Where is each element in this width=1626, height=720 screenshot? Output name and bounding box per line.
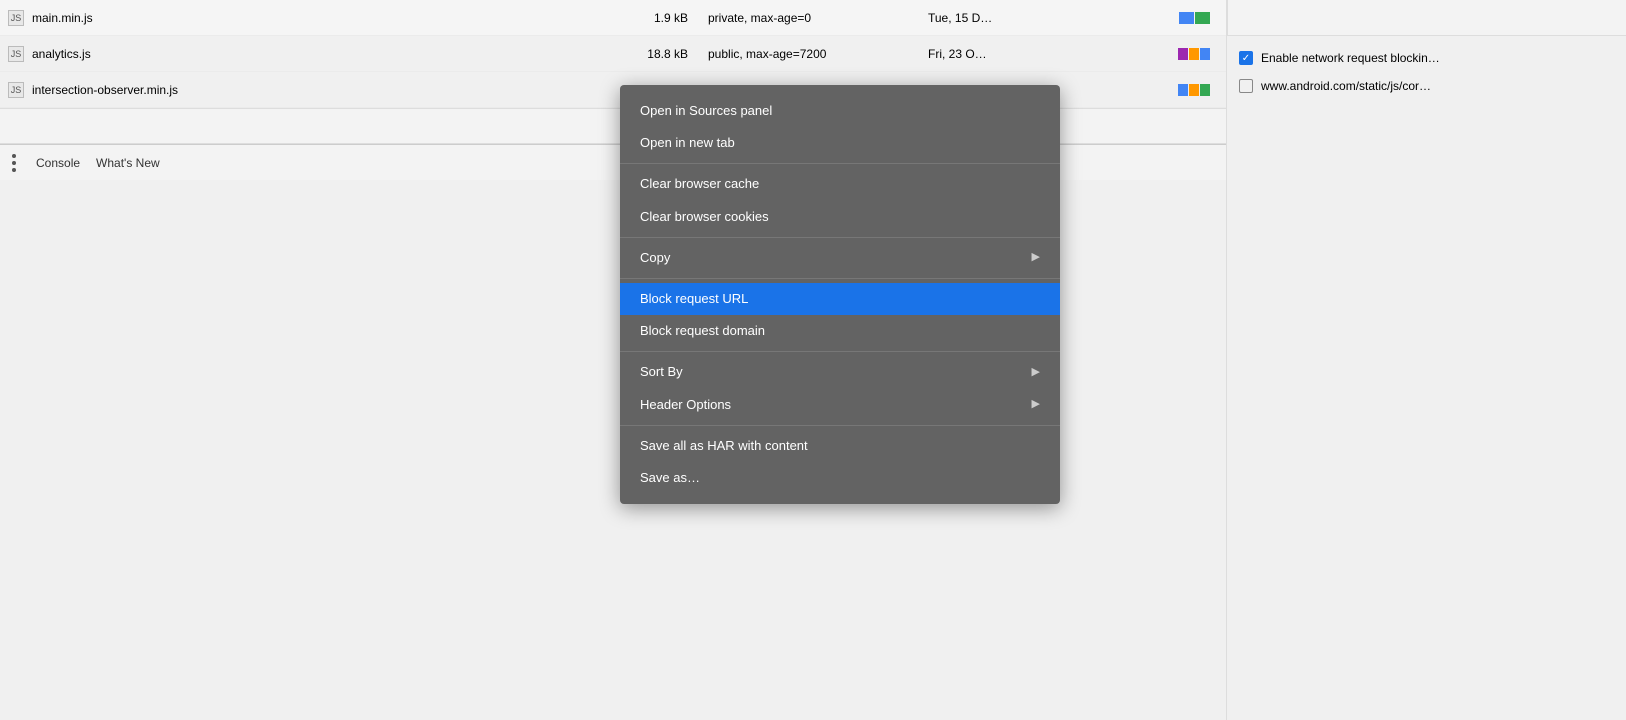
more-options-button[interactable] xyxy=(8,150,20,176)
waterfall-segment xyxy=(1200,48,1210,60)
tab-whats-new[interactable]: What's New xyxy=(96,154,160,172)
dot xyxy=(12,161,16,165)
checkbox-checked[interactable]: ✓ xyxy=(1239,51,1253,65)
menu-item[interactable]: Open in Sources panel xyxy=(620,95,1060,127)
file-name: analytics.js xyxy=(32,47,91,61)
blocking-list-item[interactable]: www.android.com/static/js/cor… xyxy=(1227,72,1626,100)
waterfall-cell xyxy=(1068,12,1218,24)
menu-item-label: Copy xyxy=(640,249,670,267)
size-cell: 18.8 kB xyxy=(588,47,688,61)
menu-item-label: Header Options xyxy=(640,396,731,414)
menu-item[interactable]: Sort By ▶ xyxy=(620,356,1060,388)
menu-item[interactable]: Open in new tab xyxy=(620,127,1060,159)
size-cell: 1.9 kB xyxy=(588,11,688,25)
menu-item[interactable]: Clear browser cookies xyxy=(620,201,1060,233)
waterfall-segment xyxy=(1189,84,1199,96)
menu-item-label: Block request URL xyxy=(640,290,748,308)
file-name: main.min.js xyxy=(32,11,93,25)
menu-item-label: Block request domain xyxy=(640,322,765,340)
blocking-panel-header xyxy=(1227,0,1626,36)
waterfall-bar xyxy=(1179,12,1210,24)
menu-item-label: Clear browser cookies xyxy=(640,208,769,226)
file-icon: JS xyxy=(8,10,24,26)
table-row[interactable]: JS main.min.js 1.9 kB private, max-age=0… xyxy=(0,0,1226,36)
file-icon: JS xyxy=(8,82,24,98)
right-panel: ✓ Enable network request blockin… www.an… xyxy=(1226,0,1626,720)
submenu-arrow-icon: ▶ xyxy=(1032,397,1040,412)
waterfall-bar xyxy=(1178,48,1210,60)
waterfall-segment xyxy=(1200,84,1210,96)
waterfall-bar xyxy=(1178,84,1210,96)
menu-section-3: Block request URL Block request domain xyxy=(620,279,1060,352)
waterfall-cell xyxy=(1068,48,1218,60)
dot xyxy=(12,168,16,172)
blocking-list-item[interactable]: ✓ Enable network request blockin… xyxy=(1227,44,1626,72)
file-name-cell: JS intersection-observer.min.js xyxy=(8,82,588,98)
checkbox-unchecked[interactable] xyxy=(1239,79,1253,93)
menu-section-4: Sort By ▶ Header Options ▶ xyxy=(620,352,1060,425)
file-name-cell: JS main.min.js xyxy=(8,10,588,26)
menu-item[interactable]: Clear browser cache xyxy=(620,168,1060,200)
waterfall-cell xyxy=(1068,84,1218,96)
waterfall-segment xyxy=(1189,48,1199,60)
waterfall-segment xyxy=(1179,12,1194,24)
submenu-arrow-icon: ▶ xyxy=(1032,365,1040,380)
tab-console[interactable]: Console xyxy=(36,154,80,172)
cache-cell: public, max-age=7200 xyxy=(688,47,908,61)
menu-item-label: Save as… xyxy=(640,469,700,487)
time-cell: Fri, 23 O… xyxy=(908,47,1068,61)
menu-item[interactable]: Block request URL xyxy=(620,283,1060,315)
waterfall-segment xyxy=(1195,12,1210,24)
file-name-cell: JS analytics.js xyxy=(8,46,588,62)
context-menu: Open in Sources panel Open in new tab Cl… xyxy=(620,85,1060,504)
menu-item-label: Save all as HAR with content xyxy=(640,437,808,455)
file-icon: JS xyxy=(8,46,24,62)
menu-item[interactable]: Header Options ▶ xyxy=(620,389,1060,421)
waterfall-segment xyxy=(1178,84,1188,96)
menu-item[interactable]: Save all as HAR with content xyxy=(620,430,1060,462)
menu-item[interactable]: Save as… xyxy=(620,462,1060,494)
submenu-arrow-icon: ▶ xyxy=(1032,250,1040,265)
menu-item[interactable]: Block request domain xyxy=(620,315,1060,347)
table-row[interactable]: JS analytics.js 18.8 kB public, max-age=… xyxy=(0,36,1226,72)
file-name: intersection-observer.min.js xyxy=(32,83,178,97)
waterfall-segment xyxy=(1178,48,1188,60)
menu-section-0: Open in Sources panel Open in new tab xyxy=(620,91,1060,164)
time-cell: Tue, 15 D… xyxy=(908,11,1068,25)
menu-section-1: Clear browser cache Clear browser cookie… xyxy=(620,164,1060,237)
menu-item-label: Clear browser cache xyxy=(640,175,759,193)
menu-item[interactable]: Copy ▶ xyxy=(620,242,1060,274)
dot xyxy=(12,154,16,158)
menu-item-label: Open in new tab xyxy=(640,134,735,152)
blocking-item-label: Enable network request blockin… xyxy=(1261,51,1440,65)
menu-section-2: Copy ▶ xyxy=(620,238,1060,279)
blocking-items-list: ✓ Enable network request blockin… www.an… xyxy=(1227,36,1626,108)
menu-section-5: Save all as HAR with content Save as… xyxy=(620,426,1060,498)
cache-cell: private, max-age=0 xyxy=(688,11,908,25)
menu-item-label: Open in Sources panel xyxy=(640,102,772,120)
blocking-item-label: www.android.com/static/js/cor… xyxy=(1261,79,1431,93)
menu-item-label: Sort By xyxy=(640,363,683,381)
